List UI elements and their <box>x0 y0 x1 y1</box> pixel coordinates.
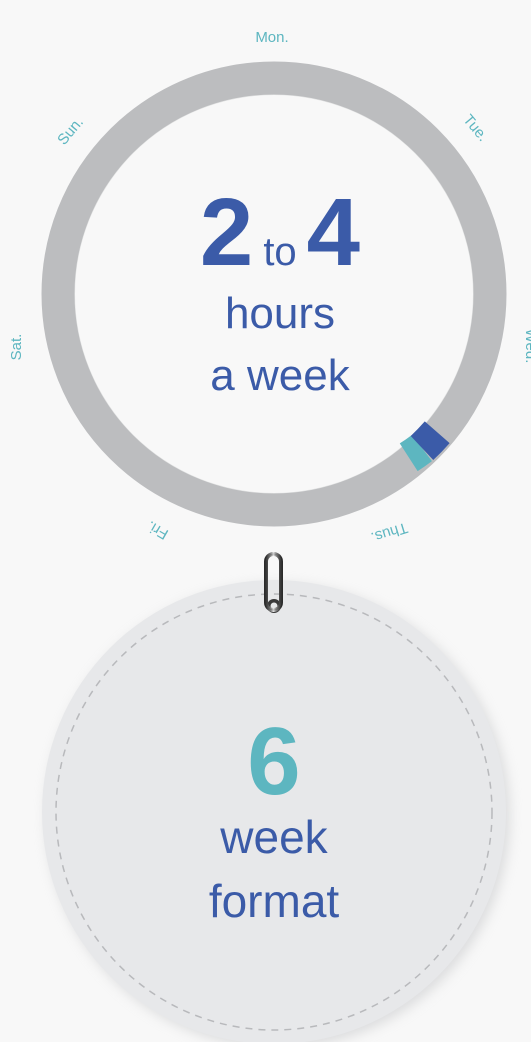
day-label-mon: Mon. <box>255 29 288 46</box>
hours-min: 2 <box>199 179 254 286</box>
format-line-format: format <box>208 875 340 927</box>
day-label-wed: Wed. <box>522 329 531 364</box>
day-label-sun: Sun. <box>54 114 87 149</box>
format-number: 6 <box>247 708 301 815</box>
day-label-sat: Sat. <box>8 334 25 361</box>
ring-segment-navy <box>410 421 450 461</box>
hours-period: a week <box>210 351 350 400</box>
ring-segment-teal <box>399 434 432 472</box>
day-label-tue: Tue. <box>459 111 491 145</box>
day-label-fri: Fri. <box>144 517 171 543</box>
hours-range: 2 to 4 <box>40 178 520 288</box>
hours-unit: hours <box>224 289 336 338</box>
day-label-thus: Thus. <box>369 519 410 546</box>
hours-connector: to <box>263 230 297 274</box>
hours-max: 4 <box>306 179 361 286</box>
format-line-week: week <box>220 811 328 863</box>
